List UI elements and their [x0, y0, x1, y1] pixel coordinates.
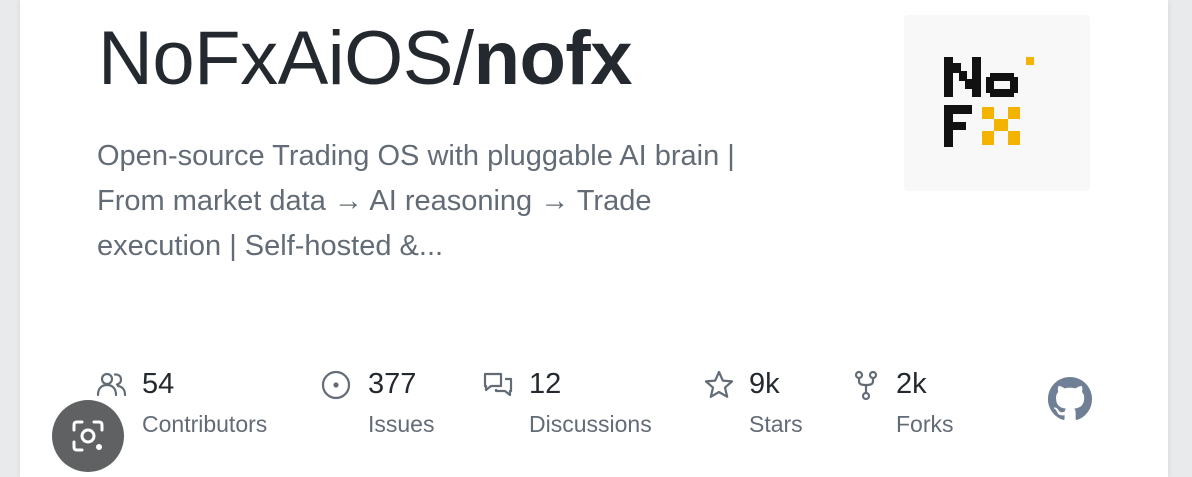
repo-card[interactable]: NoFxAiOS/nofx Open-source Trading OS wit… — [20, 0, 1168, 477]
fork-icon — [854, 370, 878, 401]
github-icon[interactable] — [1047, 376, 1093, 422]
issues-label: Issues — [368, 411, 435, 437]
lens-button[interactable] — [52, 400, 124, 472]
repo-description: Open-source Trading OS with pluggable AI… — [97, 134, 837, 269]
issues-count: 377 — [368, 368, 417, 400]
forks-label: Forks — [896, 411, 954, 437]
stat-contributors[interactable]: 54 Contributors — [96, 364, 296, 444]
star-icon — [704, 370, 734, 398]
discussions-count: 12 — [529, 368, 562, 400]
repo-title[interactable]: NoFxAiOS/nofx — [98, 16, 633, 102]
issue-icon — [321, 370, 351, 400]
stat-discussions[interactable]: 12 Discussions — [482, 364, 672, 444]
description-line: From market data → AI reasoning → Trade — [97, 185, 652, 217]
contributors-count: 54 — [142, 368, 175, 400]
stars-label: Stars — [749, 411, 803, 437]
stat-stars[interactable]: 9k Stars — [703, 364, 813, 444]
contributors-label: Contributors — [142, 411, 268, 437]
repo-logo — [904, 15, 1090, 191]
repo-owner[interactable]: NoFxAiOS/ — [98, 16, 474, 101]
description-line: execution | Self-hosted &... — [97, 230, 444, 262]
description-line: Open-source Trading OS with pluggable AI… — [97, 140, 735, 172]
discussions-label: Discussions — [529, 411, 652, 437]
nofx-logo-icon — [944, 57, 1034, 147]
stars-count: 9k — [749, 368, 780, 400]
stat-issues[interactable]: 377 Issues — [320, 364, 460, 444]
people-icon — [96, 372, 127, 397]
stat-forks[interactable]: 2k Forks — [850, 364, 970, 444]
camera-search-icon — [72, 420, 104, 452]
repo-name[interactable]: nofx — [474, 16, 633, 101]
discussions-icon — [483, 372, 513, 397]
forks-count: 2k — [896, 368, 927, 400]
